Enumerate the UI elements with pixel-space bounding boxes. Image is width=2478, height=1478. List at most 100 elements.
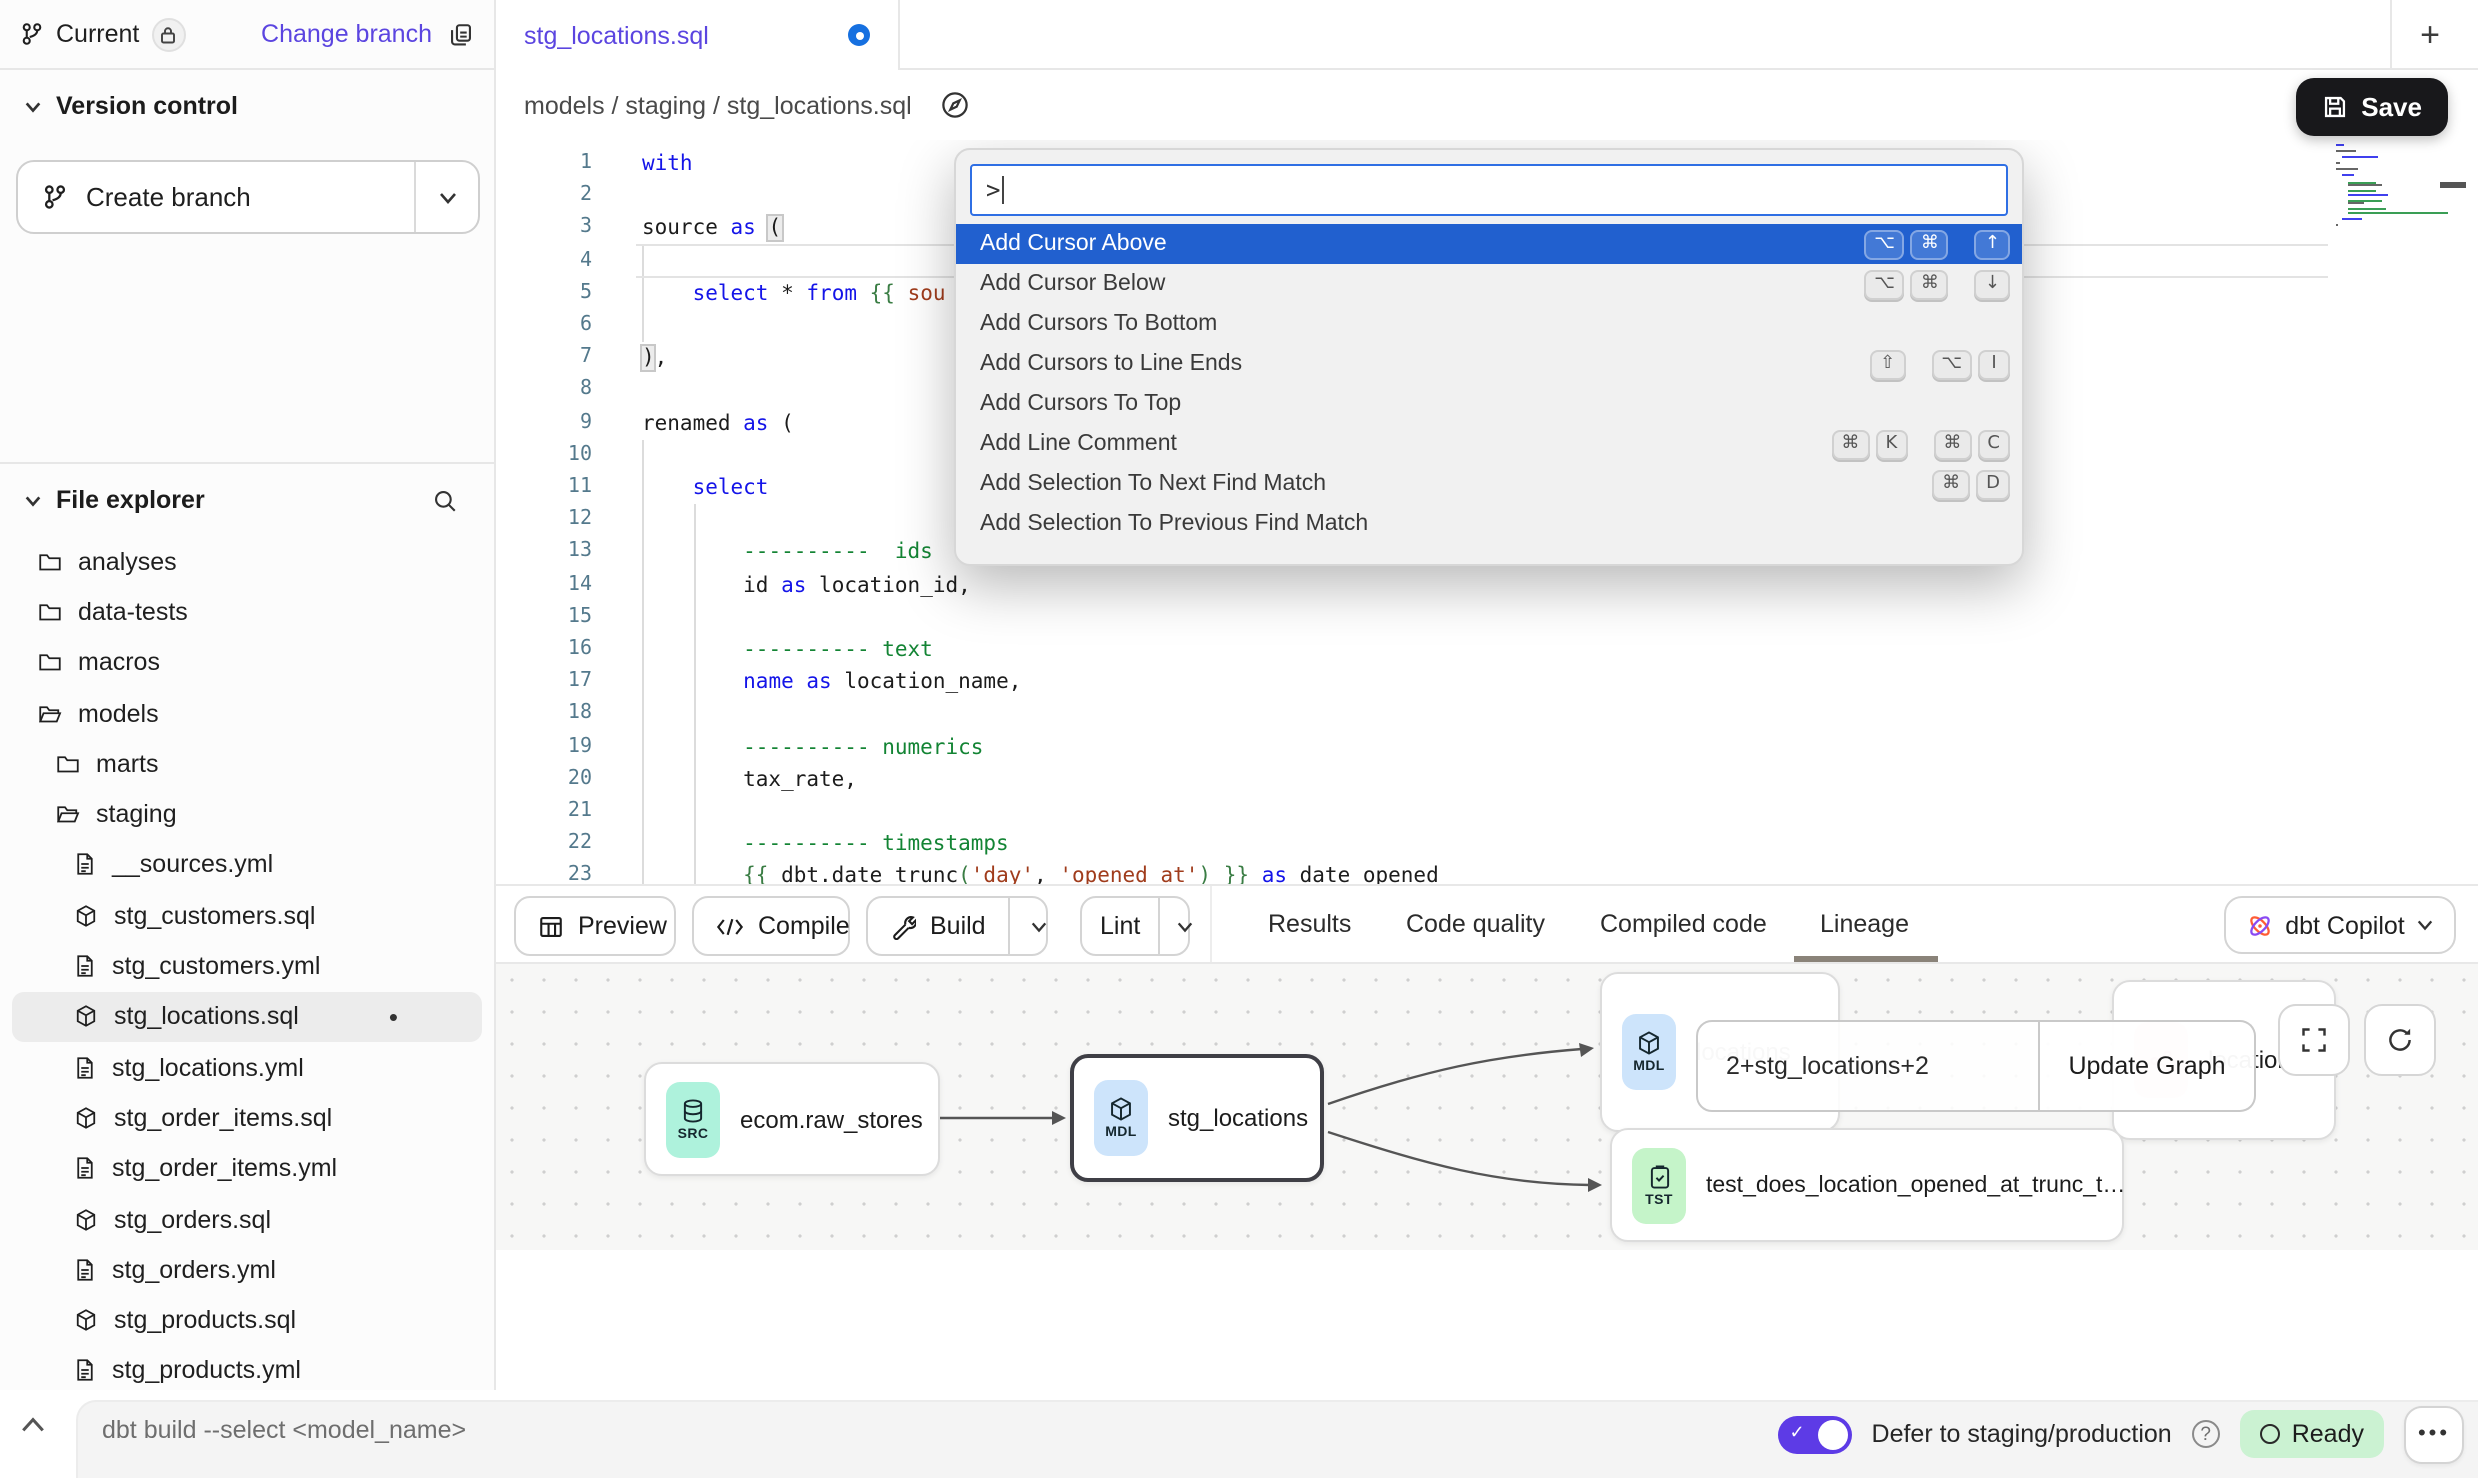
create-branch-menu-chevron[interactable] bbox=[414, 162, 478, 232]
line-number: 7 bbox=[496, 342, 592, 374]
key-chip: ⌘ bbox=[1911, 269, 1949, 299]
folder-icon bbox=[38, 549, 62, 573]
change-branch-link[interactable]: Change branch bbox=[261, 20, 432, 48]
code-line-17[interactable]: 17 name as location_name, bbox=[496, 666, 2478, 698]
build-button[interactable]: Build bbox=[866, 896, 1048, 956]
build-menu-chevron[interactable] bbox=[1008, 898, 1068, 954]
line-number: 19 bbox=[496, 731, 592, 763]
save-button[interactable]: Save bbox=[2295, 78, 2448, 136]
line-number: 3 bbox=[496, 213, 592, 245]
refresh-button[interactable] bbox=[2364, 1004, 2436, 1076]
copy-icon[interactable] bbox=[448, 21, 474, 47]
command-item-0[interactable]: Add Cursor Above⌥⌘↑ bbox=[956, 224, 2022, 264]
line-number: 14 bbox=[496, 569, 592, 601]
fullscreen-button[interactable] bbox=[2278, 1004, 2350, 1076]
create-branch-button[interactable]: Create branch bbox=[16, 160, 480, 234]
lint-menu-chevron[interactable] bbox=[1158, 898, 1210, 954]
file-tree-item-stg-order-items-yml[interactable]: stg_order_items.yml bbox=[0, 1143, 494, 1194]
compile-button[interactable]: Compile bbox=[692, 896, 850, 956]
command-palette-input[interactable]: > bbox=[970, 164, 2008, 216]
line-number: 15 bbox=[496, 602, 592, 634]
version-control-title: Version control bbox=[56, 92, 238, 120]
file-tree-item-stg-customers-yml[interactable]: stg_customers.yml bbox=[0, 941, 494, 992]
file-tree-item-stg-locations-yml[interactable]: stg_locations.yml bbox=[0, 1042, 494, 1093]
code-line-20[interactable]: 20 tax_rate, bbox=[496, 764, 2478, 796]
lineage-node-stg-locations[interactable]: MDL stg_locations bbox=[1070, 1054, 1324, 1182]
command-item-3[interactable]: Add Cursors to Line Ends ⇧⌥I bbox=[956, 344, 2022, 384]
code-line-15[interactable]: 15 bbox=[496, 602, 2478, 634]
defer-toggle[interactable]: ✓ bbox=[1778, 1415, 1852, 1453]
file-name: stg_order_items.yml bbox=[112, 1154, 337, 1182]
file-name: macros bbox=[78, 648, 160, 676]
file-tree-item-stg-products-yml[interactable]: stg_products.yml bbox=[0, 1346, 494, 1397]
command-item-5[interactable]: Add Line Comment⌘K⌘C bbox=[956, 424, 2022, 464]
command-input[interactable]: dbt build --select <model_name> bbox=[102, 1416, 466, 1444]
command-item-4[interactable]: Add Cursors To Top bbox=[956, 384, 2022, 424]
dbt-copilot-button[interactable]: dbt Copilot bbox=[2224, 896, 2456, 954]
file-name: stg_products.yml bbox=[112, 1357, 301, 1385]
help-icon[interactable]: ? bbox=[2192, 1420, 2220, 1448]
model-cube-icon bbox=[74, 1207, 98, 1231]
command-item-1[interactable]: Add Cursor Below⌥⌘↓ bbox=[956, 264, 2022, 304]
file-tree-item--sources-yml[interactable]: __sources.yml bbox=[0, 840, 494, 891]
model-cube-icon bbox=[74, 1005, 98, 1029]
code-line-18[interactable]: 18 bbox=[496, 699, 2478, 731]
tabbar-divider bbox=[2390, 0, 2392, 70]
copilot-label: dbt Copilot bbox=[2285, 911, 2405, 939]
lint-button[interactable]: Lint bbox=[1080, 896, 1190, 956]
file-name: marts bbox=[96, 750, 159, 778]
tab-lineage[interactable]: Lineage bbox=[1820, 886, 1909, 962]
file-list: analysesdata-tests macros models marts stagi… bbox=[0, 536, 494, 1396]
file-tree-item-analyses[interactable]: analyses bbox=[0, 536, 494, 587]
preview-label: Preview bbox=[578, 912, 667, 940]
new-tab-button[interactable]: + bbox=[2406, 12, 2454, 60]
command-item-7[interactable]: Add Selection To Previous Find Match bbox=[956, 504, 2022, 544]
file-tree-item-stg-order-items-sql[interactable]: stg_order_items.sql bbox=[0, 1093, 494, 1144]
update-graph-label: Update Graph bbox=[2068, 1052, 2225, 1080]
file-explorer-section-header[interactable]: File explorer bbox=[24, 486, 472, 514]
more-options-button[interactable]: ••• bbox=[2404, 1405, 2464, 1463]
command-label: Add Cursors to Line Ends bbox=[980, 352, 1242, 376]
file-tree-item-stg-products-sql[interactable]: stg_products.sql bbox=[0, 1295, 494, 1346]
status-badge[interactable]: Ready bbox=[2240, 1410, 2384, 1458]
code-line-19[interactable]: 19 ---------- numerics bbox=[496, 731, 2478, 763]
compass-icon[interactable] bbox=[932, 81, 980, 129]
tab-code-quality[interactable]: Code quality bbox=[1406, 886, 1545, 962]
command-item-6[interactable]: Add Selection To Next Find Match⌘D bbox=[956, 464, 2022, 504]
code-line-21[interactable]: 21 bbox=[496, 796, 2478, 828]
key-chip: C bbox=[1977, 429, 2010, 459]
lineage-canvas[interactable]: locations MDL locations bbox=[496, 964, 2478, 1250]
search-icon[interactable] bbox=[432, 487, 472, 513]
file-tree-item-stg-locations-sql[interactable]: stg_locations.sql• bbox=[12, 991, 482, 1042]
file-tree-item-stg-orders-yml[interactable]: stg_orders.yml bbox=[0, 1244, 494, 1295]
command-item-2[interactable]: Add Cursors To Bottom bbox=[956, 304, 2022, 344]
file-tree-item-marts[interactable]: marts bbox=[0, 738, 494, 789]
file-tree-item-staging[interactable]: staging bbox=[0, 789, 494, 840]
code-line-16[interactable]: 16 ---------- text bbox=[496, 634, 2478, 666]
lineage-node-test[interactable]: TST test_does_location_opened_at_trunc_t… bbox=[1610, 1128, 2124, 1242]
shortcut-keys: ⇧⌥I bbox=[1870, 349, 2010, 379]
file-tree-item-macros[interactable]: macros bbox=[0, 637, 494, 688]
tab-results[interactable]: Results bbox=[1268, 886, 1351, 962]
scrollbar-marker[interactable] bbox=[2440, 182, 2466, 188]
lineage-node-source[interactable]: SRC ecom.raw_stores bbox=[644, 1062, 940, 1176]
file-tree-item-models[interactable]: models bbox=[0, 688, 494, 739]
tab-stg-locations-sql[interactable]: stg_locations.sql bbox=[496, 0, 900, 70]
line-number: 16 bbox=[496, 634, 592, 666]
preview-button[interactable]: Preview bbox=[514, 896, 676, 956]
file-tree-item-stg-customers-sql[interactable]: stg_customers.sql bbox=[0, 890, 494, 941]
table-icon bbox=[538, 913, 564, 939]
update-graph-button[interactable]: Update Graph bbox=[2040, 1020, 2256, 1112]
tab-compiled-code[interactable]: Compiled code bbox=[1600, 886, 1767, 962]
lineage-selector-input[interactable]: 2+stg_locations+2 bbox=[1696, 1020, 2040, 1112]
code-line-14[interactable]: 14 id as location_id, bbox=[496, 569, 2478, 601]
chevron-up-icon[interactable] bbox=[20, 1416, 46, 1434]
version-control-section-header[interactable]: Version control bbox=[24, 92, 238, 120]
file-tree-item-stg-orders-sql[interactable]: stg_orders.sql bbox=[0, 1194, 494, 1245]
code-line-22[interactable]: 22 ---------- timestamps bbox=[496, 828, 2478, 860]
key-chip: ⌥ bbox=[1931, 349, 1972, 379]
file-tree-item-data-tests[interactable]: data-tests bbox=[0, 587, 494, 638]
git-branch-icon bbox=[20, 22, 44, 46]
editor-minimap[interactable] bbox=[2336, 144, 2452, 228]
toggle-knob bbox=[1818, 1419, 1848, 1449]
